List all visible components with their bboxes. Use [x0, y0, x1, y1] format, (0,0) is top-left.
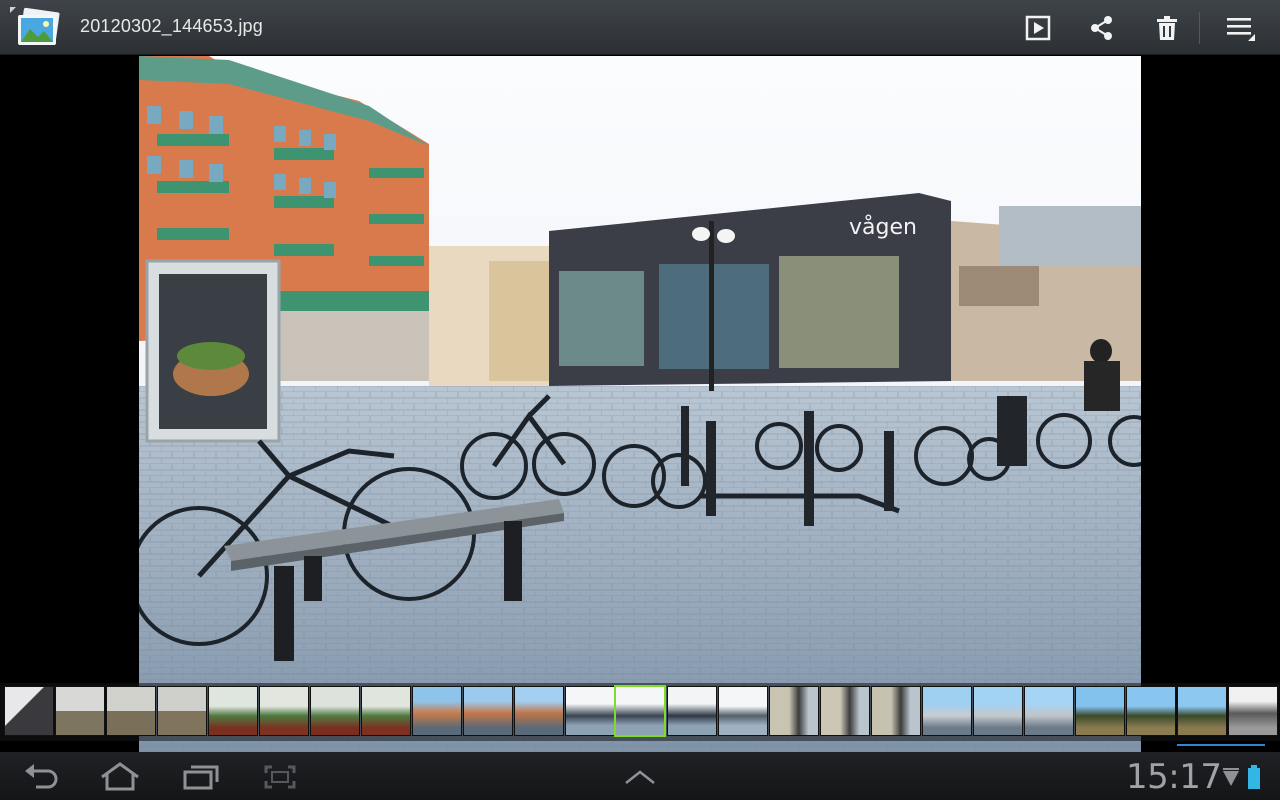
- thumbnail[interactable]: [157, 686, 207, 736]
- thumbnail[interactable]: [1075, 686, 1125, 736]
- overflow-menu-button[interactable]: [1220, 10, 1260, 46]
- home-button[interactable]: [96, 760, 144, 794]
- filmstrip[interactable]: [0, 683, 1280, 741]
- share-button[interactable]: [1082, 10, 1122, 46]
- thumbnail[interactable]: [718, 686, 768, 736]
- back-button[interactable]: [18, 760, 66, 794]
- trash-icon: [1157, 16, 1177, 40]
- thumbnail[interactable]: [259, 686, 309, 736]
- filmstrip-scroll-indicator: [1177, 744, 1265, 746]
- thumbnail[interactable]: [871, 686, 921, 736]
- action-bar: 20120302_144653.jpg: [0, 0, 1280, 55]
- thumbnail[interactable]: [55, 686, 105, 736]
- thumbnail[interactable]: [565, 686, 615, 736]
- thumbnail[interactable]: [106, 686, 156, 736]
- screenshot-button[interactable]: [256, 760, 304, 794]
- recent-apps-button[interactable]: [177, 760, 225, 794]
- thumbnail[interactable]: [667, 686, 717, 736]
- chevron-up-icon: [625, 770, 655, 784]
- image-title: 20120302_144653.jpg: [80, 16, 263, 36]
- back-icon: [25, 764, 58, 789]
- main-photo[interactable]: vågen: [139, 56, 1141, 753]
- battery-icon: [1248, 765, 1260, 789]
- status-clock[interactable]: 15:17: [1126, 757, 1222, 797]
- expand-button[interactable]: [616, 760, 664, 794]
- thumbnail[interactable]: [1126, 686, 1176, 736]
- thumbnail[interactable]: [463, 686, 513, 736]
- thumbnail[interactable]: [208, 686, 258, 736]
- system-navigation-bar: 15:17: [0, 752, 1280, 800]
- screenshot-icon: [264, 765, 296, 789]
- thumbnail-selected[interactable]: [614, 685, 666, 737]
- home-icon: [101, 762, 139, 791]
- delete-button[interactable]: [1147, 10, 1187, 46]
- thumbnail[interactable]: [1024, 686, 1074, 736]
- thumbnail[interactable]: [973, 686, 1023, 736]
- wifi-icon: [1223, 768, 1239, 786]
- thumbnail[interactable]: [412, 686, 462, 736]
- play-icon: [1025, 15, 1051, 41]
- thumbnail[interactable]: [769, 686, 819, 736]
- recent-apps-icon: [183, 765, 219, 790]
- action-separator: [1199, 12, 1200, 44]
- overflow-menu-icon: [1227, 18, 1255, 41]
- thumbnail[interactable]: [4, 686, 54, 736]
- thumbnail[interactable]: [820, 686, 870, 736]
- thumbnail[interactable]: [1177, 686, 1227, 736]
- thumbnail[interactable]: [310, 686, 360, 736]
- slideshow-button[interactable]: [1018, 10, 1058, 46]
- thumbnail[interactable]: [514, 686, 564, 736]
- share-icon: [1091, 16, 1112, 40]
- thumbnail[interactable]: [1228, 686, 1278, 736]
- gallery-app-icon[interactable]: [10, 7, 62, 49]
- thumbnail[interactable]: [361, 686, 411, 736]
- svg-text:vågen: vågen: [849, 214, 917, 240]
- thumbnail[interactable]: [922, 686, 972, 736]
